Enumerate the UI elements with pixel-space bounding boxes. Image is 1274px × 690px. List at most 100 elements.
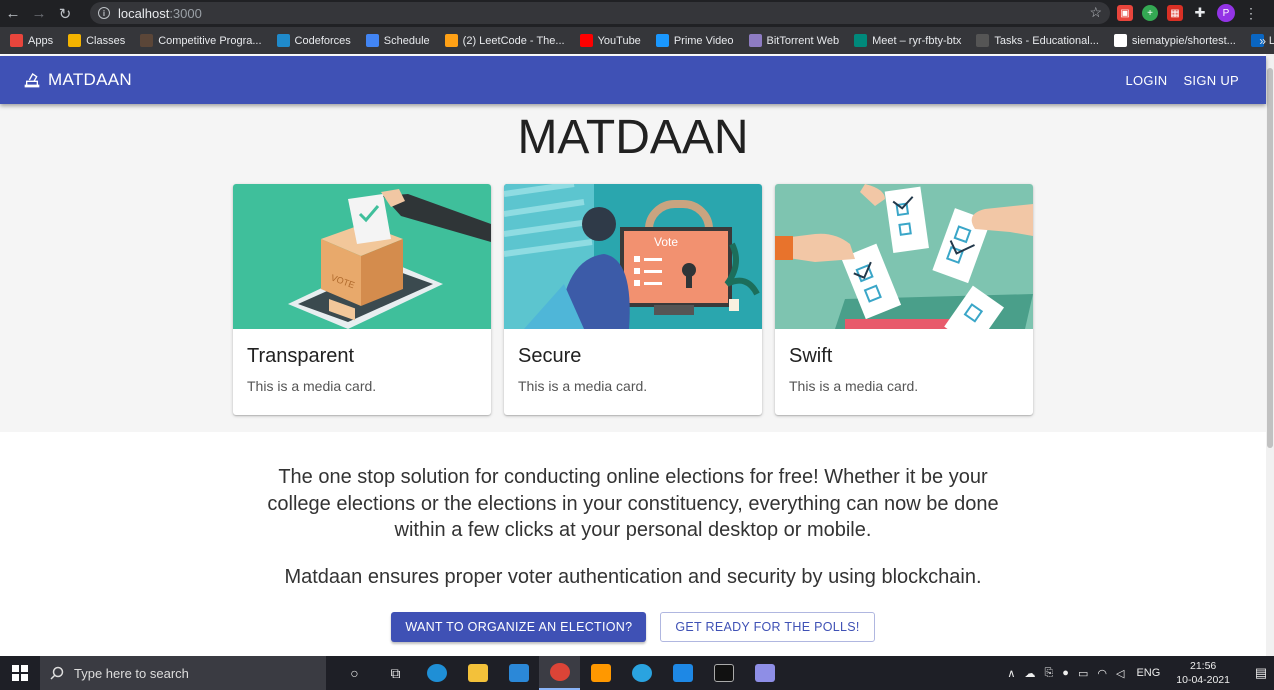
task-view-icon[interactable]: ⧉ xyxy=(375,656,416,690)
screen-vote-label: Vote xyxy=(654,235,678,249)
volume-icon[interactable]: ◁ xyxy=(1116,667,1124,680)
login-button[interactable]: LOGIN xyxy=(1125,73,1167,88)
extension-red-icon[interactable]: ▣ xyxy=(1117,5,1133,21)
cortana-icon[interactable]: ○ xyxy=(334,656,375,690)
terminal-icon[interactable] xyxy=(703,656,744,690)
ballots-hands-illustration xyxy=(775,184,1033,329)
bookmark-item[interactable]: Apps xyxy=(10,34,53,47)
vscode-icon[interactable] xyxy=(662,656,703,690)
bookmark-item[interactable]: Tasks - Educational... xyxy=(976,34,1099,47)
telegram-icon[interactable] xyxy=(621,656,662,690)
card-title: Secure xyxy=(518,345,582,367)
scrollbar-thumb[interactable] xyxy=(1267,68,1273,448)
file-explorer-icon[interactable] xyxy=(457,656,498,690)
onedrive-icon[interactable]: ☁ xyxy=(1024,667,1035,680)
notification-center-icon[interactable]: ▤ xyxy=(1248,656,1274,690)
menu-kebab-icon[interactable]: ⋮ xyxy=(1244,5,1258,22)
security-paragraph: Matdaan ensures proper voter authenticat… xyxy=(284,565,982,588)
windows-start-icon[interactable] xyxy=(0,656,40,690)
extensions-area: ▣ + ▦ ✚ P ⋮ xyxy=(1117,4,1258,22)
bookmark-label: Codeforces xyxy=(294,34,351,47)
leetcode-icon xyxy=(444,34,458,47)
about-paragraph: The one stop solution for conducting onl… xyxy=(267,466,999,541)
app-notification-icon[interactable] xyxy=(744,656,785,690)
reload-icon[interactable]: ↻ xyxy=(52,1,78,27)
brand-name: MATDAAN xyxy=(48,70,132,89)
signup-button[interactable]: SIGN UP xyxy=(1183,73,1239,88)
bookmark-label: Competitive Progra... xyxy=(158,34,262,47)
apps-grid-icon xyxy=(10,34,23,47)
bookmark-label: Meet – ryr-fbty-btx xyxy=(872,34,962,47)
clock[interactable]: 21:56 10-04-2021 xyxy=(1176,659,1230,687)
prime-video-icon xyxy=(655,34,669,47)
bookmark-item[interactable]: Classes xyxy=(68,34,125,47)
bookmark-label: Apps xyxy=(28,34,54,47)
battery-icon[interactable]: ▭ xyxy=(1078,667,1088,680)
back-icon[interactable]: ← xyxy=(0,1,26,27)
mail-icon[interactable] xyxy=(498,656,539,690)
bookmark-item[interactable]: Competitive Progra... xyxy=(140,34,262,47)
search-placeholder: Type here to search xyxy=(74,665,189,681)
card-title: Transparent xyxy=(247,345,355,367)
bookmark-item[interactable]: (2) LeetCode - The... xyxy=(444,34,565,47)
codeforces-icon xyxy=(276,34,290,47)
usb-icon[interactable]: ⎘ xyxy=(1044,667,1053,680)
edge-icon[interactable] xyxy=(416,656,457,690)
meet-icon xyxy=(854,34,868,47)
app-bar: MATDAAN LOGIN SIGN UP xyxy=(0,56,1266,104)
browser-toolbar: ← → ↻ i localhost:3000 ☆ ▣ + ▦ ✚ P ⋮ xyxy=(0,0,1274,27)
chrome-icon[interactable] xyxy=(539,656,580,690)
chevron-up-icon[interactable]: ∧ xyxy=(1007,667,1015,680)
extensions-puzzle-icon[interactable]: ✚ xyxy=(1192,5,1208,21)
vote-box-illustration: VOTE xyxy=(233,184,491,329)
clock-date: 10-04-2021 xyxy=(1176,674,1230,686)
bookmark-item[interactable]: BitTorrent Web xyxy=(748,34,840,47)
bookmark-item[interactable]: Meet – ryr-fbty-btx xyxy=(854,34,961,47)
page-viewport: MATDAAN LOGIN SIGN UP MATDAAN VOTE Trans… xyxy=(0,54,1274,656)
card-text: This is a media card. xyxy=(518,378,648,394)
address-bar[interactable]: i localhost:3000 ☆ xyxy=(90,2,1110,24)
bookmark-label: Classes xyxy=(86,34,126,47)
clock-time: 21:56 xyxy=(1190,660,1217,672)
extension-green-icon[interactable]: + xyxy=(1142,5,1158,21)
language-indicator[interactable]: ENG xyxy=(1136,667,1160,679)
bookmark-star-icon[interactable]: ☆ xyxy=(1089,4,1102,21)
get-ready-polls-button[interactable]: GET READY FOR THE POLLS! xyxy=(660,612,875,642)
bookmark-label: Schedule xyxy=(383,34,430,47)
sublime-text-icon[interactable] xyxy=(580,656,621,690)
taskbar-search[interactable]: Type here to search xyxy=(40,656,326,690)
hero-section: MATDAAN VOTE Transparent This is a media… xyxy=(0,104,1266,432)
youtube-icon xyxy=(579,34,593,47)
microphone-icon[interactable]: ● xyxy=(1062,667,1069,680)
google-icon xyxy=(365,34,379,47)
cta-buttons: WANT TO ORGANIZE AN ELECTION? GET READY … xyxy=(0,612,1266,642)
brand[interactable]: MATDAAN xyxy=(24,70,132,90)
tasks-icon xyxy=(976,34,990,47)
card-text: This is a media card. xyxy=(247,378,377,394)
profile-avatar[interactable]: P xyxy=(1217,4,1235,22)
site-info-icon[interactable]: i xyxy=(98,7,110,19)
bookmark-label: (2) LeetCode - The... xyxy=(462,34,565,47)
bookmark-item[interactable]: YouTube xyxy=(579,34,641,47)
page-scrollbar[interactable] xyxy=(1266,54,1274,656)
bookmark-item[interactable]: Schedule xyxy=(365,34,430,47)
forward-icon[interactable]: → xyxy=(26,1,52,27)
search-icon xyxy=(50,666,64,680)
organize-election-button[interactable]: WANT TO ORGANIZE AN ELECTION? xyxy=(391,612,647,642)
card-swift[interactable]: Swift This is a media card. xyxy=(775,184,1033,415)
card-transparent[interactable]: VOTE Transparent This is a media card. xyxy=(233,184,491,415)
feature-cards: VOTE Transparent This is a media card. V… xyxy=(233,184,1033,415)
page-title: MATDAAN xyxy=(517,111,749,164)
extension-calendar-icon[interactable]: ▦ xyxy=(1167,5,1183,21)
bookmark-item[interactable]: Codeforces xyxy=(276,34,351,47)
github-icon xyxy=(1113,34,1127,47)
bookmark-label: BitTorrent Web xyxy=(766,34,840,47)
card-secure[interactable]: Vote Secure This is a media card. xyxy=(504,184,762,415)
bookmark-item[interactable]: Prime Video xyxy=(655,34,734,47)
system-tray: ∧ ☁ ⎘ ● ▭ ◠ ◁ ENG 21:56 10-04-2021 ▤ xyxy=(1007,656,1274,690)
bookmarks-more-icon[interactable]: » xyxy=(1259,34,1266,48)
url-port: :3000 xyxy=(169,5,202,21)
bookmark-item[interactable]: siematypie/shortest... xyxy=(1113,34,1236,47)
wifi-icon[interactable]: ◠ xyxy=(1097,667,1107,680)
bookmark-label: YouTube xyxy=(597,34,641,47)
